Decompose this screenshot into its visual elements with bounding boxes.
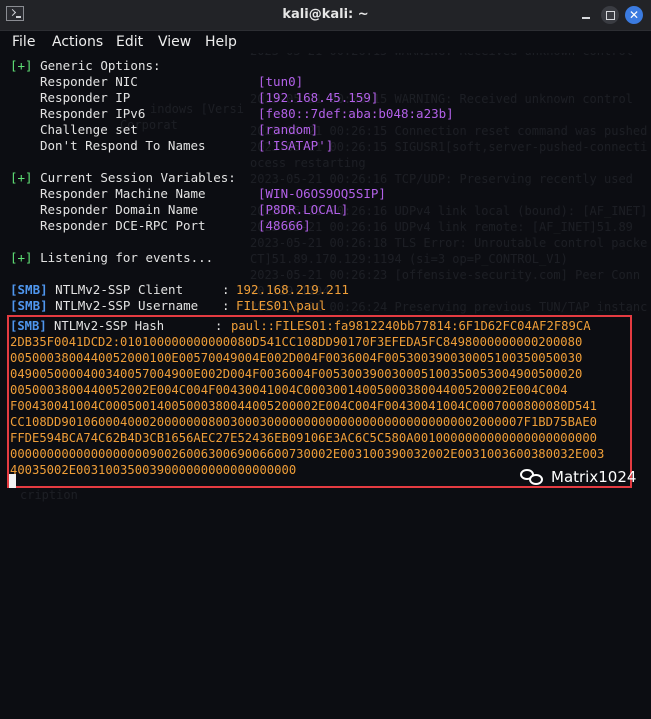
section-header: [+] Current Session Variables: — [10, 170, 236, 185]
session-value: [WIN-O6OS9OQ5SIP] — [258, 186, 386, 201]
hash-line: 0000000000000000000900260063006900660073… — [10, 447, 605, 461]
hash-line: F00430041004C000500140050003800440052000… — [10, 399, 597, 413]
smb-client-line: [SMB] NTLMv2-SSP Client — [10, 282, 184, 297]
section-header: [+] Generic Options: — [10, 58, 161, 73]
session-label: Responder DCE-RPC Port — [40, 218, 206, 233]
session-label: Responder Domain Name — [40, 202, 199, 217]
session-label: Responder Machine Name — [40, 186, 206, 201]
menu-file[interactable]: File — [12, 34, 35, 50]
watermark: Matrix1024 — [520, 467, 636, 487]
session-value: [48666] — [258, 218, 311, 233]
terminal-cursor — [9, 474, 16, 488]
hash-line: CC108DD901060004000200000008003000300000… — [10, 415, 597, 429]
option-value: [random] — [258, 122, 319, 137]
option-label: Responder NIC — [40, 74, 138, 89]
menu-view[interactable]: View — [158, 34, 191, 50]
hash-line: 2DB35F0041DCD2:010100000000000080D541CC1… — [10, 335, 583, 349]
smb-username-line: [SMB] NTLMv2-SSP Username — [10, 298, 199, 313]
menu-actions[interactable]: Actions — [52, 34, 103, 50]
maximize-button[interactable] — [601, 6, 619, 24]
hash-line: FFDE594BCA74C62B4D3CB1656AEC27E52436EB09… — [10, 431, 597, 445]
minimize-button[interactable] — [577, 6, 595, 24]
hash-line: 0490050000400340057004900E002D004F003600… — [10, 367, 583, 381]
watermark-text: Matrix1024 — [551, 468, 637, 486]
session-value: [P8DR.LOCAL] — [258, 202, 349, 217]
window-title: kali@kali: ~ — [282, 7, 369, 22]
option-value: ['ISATAP'] — [258, 138, 334, 153]
smb-separator: : — [222, 282, 238, 297]
option-label: Don't Respond To Names — [40, 138, 206, 153]
smb-separator: : — [222, 298, 238, 313]
option-label: Challenge set — [40, 122, 138, 137]
option-value: [tun0] — [258, 74, 304, 89]
option-value: [fe80::7def:aba:b048:a23b] — [258, 106, 454, 121]
hash-line: 0050003800440052002E004C004F00430041004C… — [10, 383, 568, 397]
wechat-icon — [520, 467, 546, 487]
option-value: [192.168.45.159] — [258, 90, 379, 105]
hash-separator: : — [215, 319, 230, 333]
close-button[interactable]: ✕ — [625, 6, 643, 24]
option-label: Responder IPv6 — [40, 106, 146, 121]
window-titlebar[interactable]: kali@kali: ~ ✕ — [0, 0, 651, 31]
option-label: Responder IP — [40, 90, 131, 105]
hash-line: 0050003800440052000100E00570049004E002D0… — [10, 351, 583, 365]
listening-line: [+] Listening for events... — [10, 250, 214, 265]
smb-username-value: FILES01\paul — [236, 298, 327, 313]
menu-edit[interactable]: Edit — [116, 34, 143, 50]
menu-bar: File Actions Edit View Help — [0, 31, 651, 53]
hash-line: 40035002E003100350039000000000000000000 — [10, 463, 297, 477]
hash-line: paul::FILES01:fa9812240bb77814:6F1D62FC0… — [231, 319, 591, 333]
hash-first-line: [SMB] NTLMv2-SSP Hash — [10, 319, 165, 333]
menu-help[interactable]: Help — [205, 34, 237, 50]
smb-client-value: 192.168.219.211 — [236, 282, 349, 297]
